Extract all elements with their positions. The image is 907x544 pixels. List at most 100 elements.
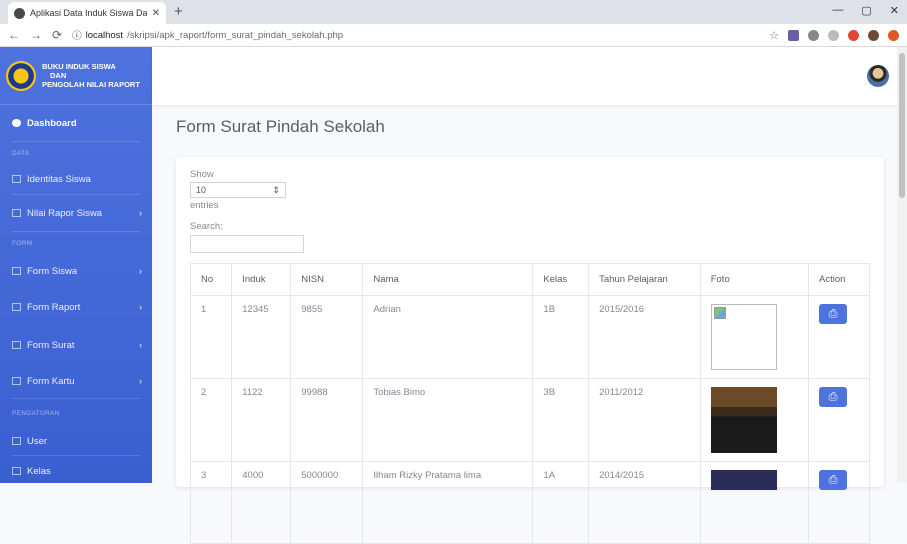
brand-line: PENGOLAH NILAI RAPORT <box>42 80 140 89</box>
sidebar-heading: DATA <box>12 149 30 157</box>
menu-icon[interactable] <box>888 29 899 41</box>
page-title: Form Surat Pindah Sekolah <box>176 117 385 136</box>
sidebar-item-label: Dashboard <box>27 117 77 129</box>
extension-icon[interactable] <box>788 29 799 41</box>
school-logo <box>6 60 36 91</box>
entries-select[interactable]: 10 ⇕ <box>190 182 286 198</box>
sidebar-heading: FORM <box>12 239 33 247</box>
list-icon <box>12 467 21 475</box>
print-button[interactable]: ⎙ <box>818 387 847 407</box>
brand-line: BUKU INDUK SISWA <box>42 62 116 71</box>
sidebar-item-kelas[interactable]: Kelas <box>0 456 152 486</box>
sidebar-item-identitas[interactable]: Identitas Siswa <box>0 164 152 194</box>
print-icon: ⎙ <box>828 307 838 320</box>
app-window: BUKU INDUK SISWA DAN PENGOLAH NILAI RAPO… <box>0 47 907 544</box>
profile-icon[interactable] <box>868 29 879 41</box>
cell-nama: Ilham Rizky Pratama lima <box>362 461 534 544</box>
close-tab-icon[interactable]: ✕ <box>152 8 160 19</box>
cell-foto <box>699 378 809 462</box>
table-icon <box>12 303 21 311</box>
search-input[interactable] <box>190 235 304 253</box>
cell-nisn: 9855 <box>290 295 364 379</box>
chevron-right-icon: › <box>139 302 142 312</box>
cell-tahun: 2011/2012 <box>588 378 701 462</box>
minimize-icon[interactable]: — <box>832 4 843 17</box>
brand-line: DAN <box>50 71 67 80</box>
topbar <box>152 47 907 105</box>
sidebar-item-form-kartu[interactable]: Form Kartu › <box>0 364 152 398</box>
cell-action: ⎙ <box>807 378 871 462</box>
column-header[interactable]: Action <box>807 263 871 296</box>
sidebar-item-label: Identitas Siswa <box>27 173 91 185</box>
chart-icon <box>12 209 21 217</box>
print-icon: ⎙ <box>828 473 838 486</box>
column-header[interactable]: Nama <box>362 263 534 296</box>
page-scrollbar[interactable] <box>897 47 907 483</box>
new-tab-button[interactable]: + <box>174 2 183 24</box>
cell-kelas: 1A <box>532 461 590 544</box>
dashboard-icon <box>12 119 21 127</box>
cell-nisn: 99988 <box>290 378 364 462</box>
back-icon[interactable]: ← <box>8 28 20 42</box>
sidebar-item-nilai[interactable]: Nilai Rapor Siswa › <box>0 195 152 231</box>
browser-tab[interactable]: Aplikasi Data Induk Siswa Dan Ni ✕ <box>8 2 166 24</box>
table-row: 2 1122 99988 Tobias Bimo 3B 2011/2012 ⎙ <box>189 378 871 462</box>
reload-icon[interactable]: ⟳ <box>52 28 62 42</box>
extension-icon[interactable] <box>848 29 859 41</box>
table-icon <box>12 341 21 349</box>
cell-foto <box>699 295 809 379</box>
sidebar-brand[interactable]: BUKU INDUK SISWA DAN PENGOLAH NILAI RAPO… <box>0 47 152 105</box>
cell-nama: Adrian <box>362 295 534 379</box>
list-icon <box>12 437 21 445</box>
student-table: No Induk NISN Nama Kelas Tahun Pelajaran… <box>189 263 871 544</box>
chevron-right-icon: › <box>139 266 142 276</box>
print-button[interactable]: ⎙ <box>818 470 847 490</box>
tab-title: Aplikasi Data Induk Siswa Dan Ni <box>30 8 147 18</box>
cell-kelas: 1B <box>532 295 590 379</box>
table-icon <box>12 377 21 385</box>
browser-tab-strip: Aplikasi Data Induk Siswa Dan Ni ✕ + — ▢… <box>0 0 907 24</box>
column-header[interactable]: Foto <box>699 263 809 296</box>
student-photo <box>710 387 777 453</box>
url-field[interactable]: ⓘ localhost/skripsi/apk_raport/form_sura… <box>72 27 759 44</box>
column-header[interactable]: NISN <box>290 263 364 296</box>
cell-foto <box>699 461 809 544</box>
cell-action: ⎙ <box>807 295 871 379</box>
info-icon[interactable]: ⓘ <box>72 28 82 42</box>
sidebar-item-form-raport[interactable]: Form Raport › <box>0 288 152 326</box>
extension-icon[interactable] <box>828 29 839 41</box>
print-button[interactable]: ⎙ <box>818 304 847 324</box>
student-photo <box>710 470 777 490</box>
chevron-right-icon: › <box>139 340 142 350</box>
column-header[interactable]: Tahun Pelajaran <box>588 263 701 296</box>
column-header[interactable]: No <box>189 263 233 296</box>
cell-no: 1 <box>189 295 233 379</box>
sidebar-item-form-surat[interactable]: Form Surat › <box>0 326 152 364</box>
extension-icon[interactable] <box>808 29 819 41</box>
scrollbar-thumb[interactable] <box>899 53 905 198</box>
column-header[interactable]: Kelas <box>532 263 590 296</box>
sidebar-item-user[interactable]: User <box>0 427 152 455</box>
close-window-icon[interactable]: ✕ <box>890 4 899 17</box>
column-header[interactable]: Induk <box>231 263 292 296</box>
chevron-right-icon: › <box>139 208 142 218</box>
cell-nisn: 5000000 <box>290 461 364 544</box>
avatar[interactable] <box>867 65 889 87</box>
sidebar: BUKU INDUK SISWA DAN PENGOLAH NILAI RAPO… <box>0 47 152 483</box>
forward-icon[interactable]: → <box>30 28 42 42</box>
list-icon <box>12 175 21 183</box>
entries-value: 10 <box>196 185 207 195</box>
sidebar-heading: PENGATURAN <box>12 409 60 417</box>
brand-text: BUKU INDUK SISWA DAN PENGOLAH NILAI RAPO… <box>42 62 140 89</box>
main-content: Form Surat Pindah Sekolah Show 10 ⇕ entr… <box>152 47 907 544</box>
cell-nama: Tobias Bimo <box>362 378 534 462</box>
cell-induk: 4000 <box>231 461 292 544</box>
cell-action: ⎙ <box>807 461 871 544</box>
extensions-bar: ☆ <box>769 29 899 42</box>
star-icon[interactable]: ☆ <box>769 29 779 42</box>
select-arrows-icon: ⇕ <box>272 184 280 195</box>
sidebar-item-label: Form Kartu <box>27 375 75 387</box>
maximize-icon[interactable]: ▢ <box>861 4 871 17</box>
sidebar-item-dashboard[interactable]: Dashboard <box>0 105 152 141</box>
sidebar-item-form-siswa[interactable]: Form Siswa › <box>0 254 152 288</box>
